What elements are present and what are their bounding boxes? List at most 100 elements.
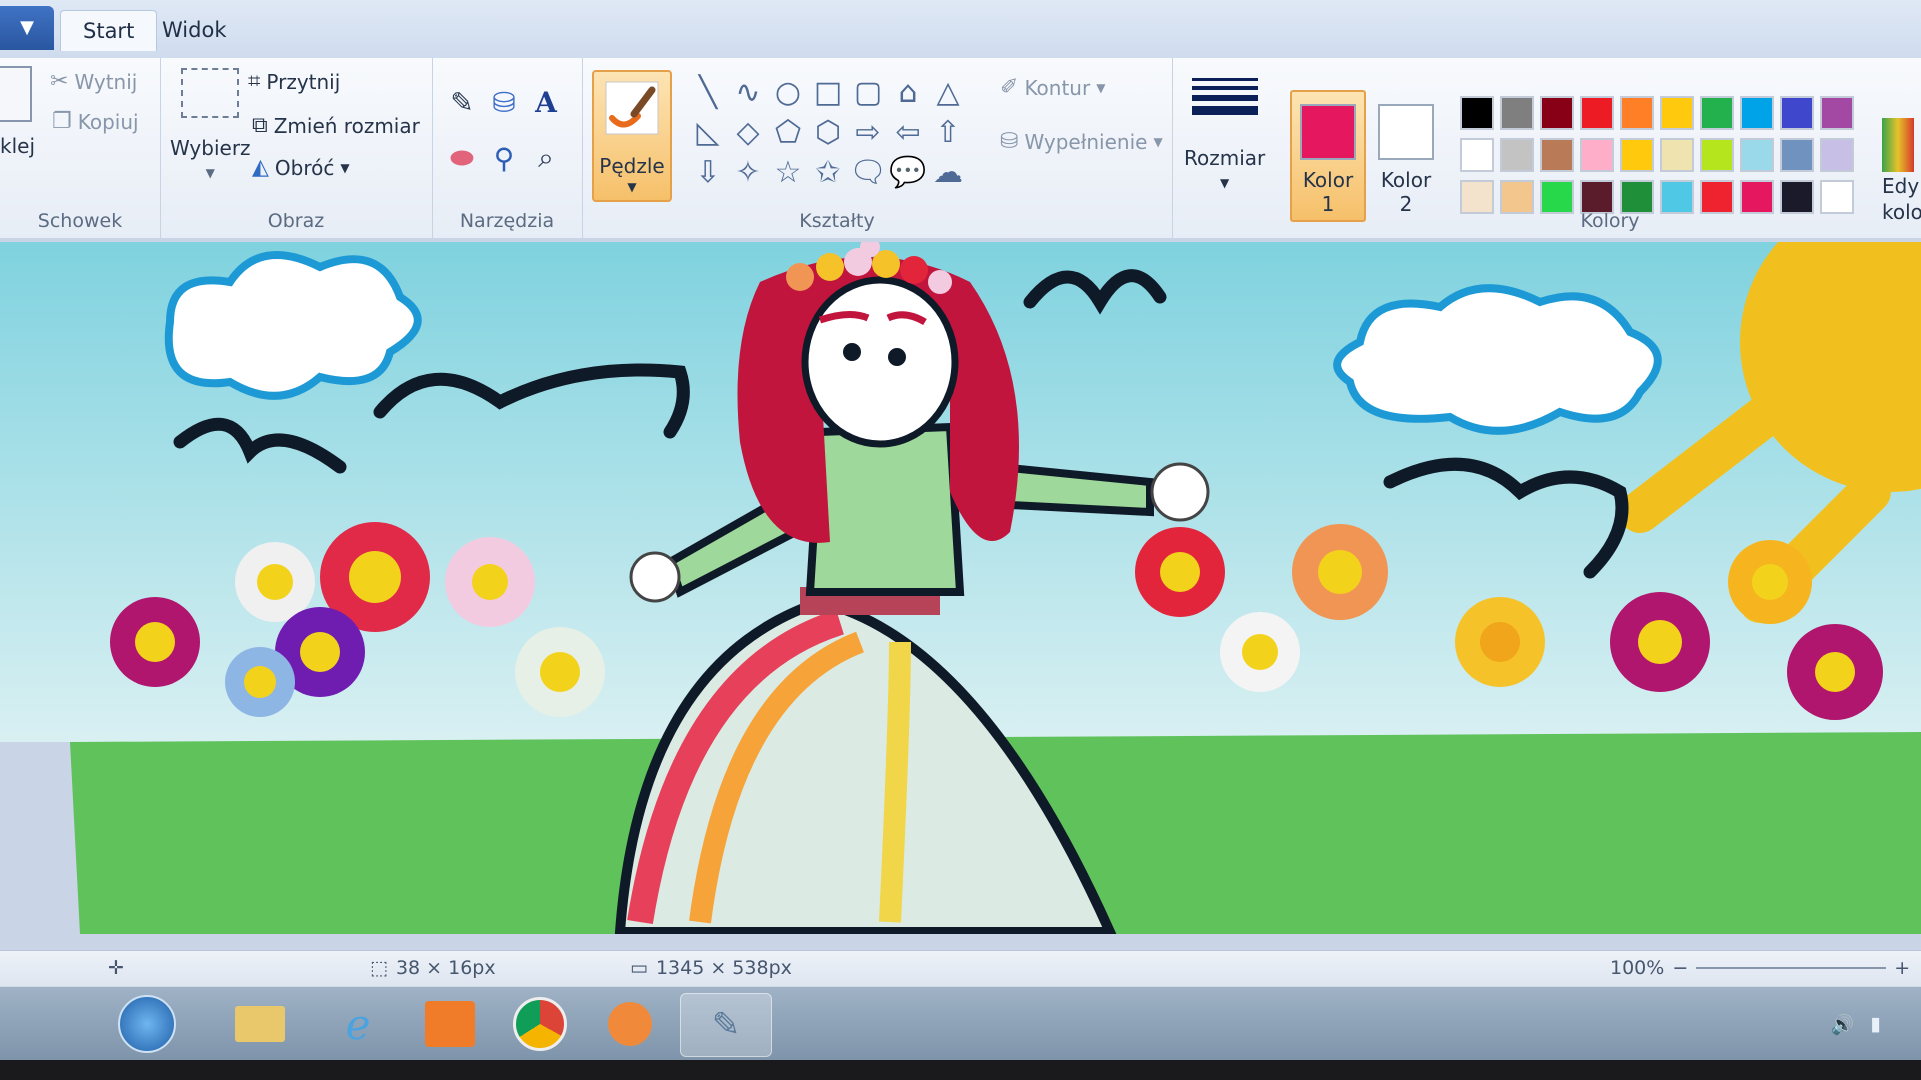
volume-icon[interactable]: 🔊 — [1831, 1013, 1855, 1036]
shape-item[interactable]: ☁ — [930, 154, 966, 190]
group-label-colors: Kolory — [1580, 210, 1640, 232]
palette-color-21[interactable] — [1500, 180, 1534, 214]
palette-color-14[interactable] — [1620, 138, 1654, 172]
eraser-icon[interactable]: ⬬ — [442, 138, 482, 178]
palette-color-7[interactable] — [1740, 96, 1774, 130]
outline-button[interactable]: ✐ Kontur ▼ — [1000, 76, 1105, 100]
group-clipboard: klej ✂ Wytnij ❐ Kopiuj Schowek — [0, 58, 161, 238]
shape-item[interactable]: ∿ — [730, 74, 766, 110]
shape-item[interactable]: ⇩ — [690, 154, 726, 190]
fill-dropdown-button[interactable]: ⛁ Wypełnienie ▼ — [1000, 130, 1163, 154]
shape-item[interactable]: △ — [930, 74, 966, 110]
palette-color-28[interactable] — [1780, 180, 1814, 214]
shape-item[interactable]: ⬠ — [770, 114, 806, 150]
ribbon: klej ✂ Wytnij ❐ Kopiuj Schowek Wybierz ▼… — [0, 58, 1921, 239]
color2-button[interactable]: Kolor 2 — [1370, 92, 1442, 220]
zoom-control[interactable]: 100% − + — [1610, 957, 1910, 979]
palette-color-19[interactable] — [1820, 138, 1854, 172]
palette-color-13[interactable] — [1580, 138, 1614, 172]
chevron-down-icon: ▼ — [1096, 81, 1106, 95]
palette-color-26[interactable] — [1700, 180, 1734, 214]
palette-color-1[interactable] — [1500, 96, 1534, 130]
ie-icon[interactable]: ℯ — [318, 993, 398, 1055]
taskbar: ℯ ✎ 🔊 ▮ — [0, 986, 1921, 1060]
palette-color-18[interactable] — [1780, 138, 1814, 172]
shape-item[interactable]: ○ — [770, 74, 806, 110]
shape-item[interactable]: ╲ — [690, 74, 726, 110]
media-player-icon[interactable] — [590, 993, 670, 1055]
magnifier-icon[interactable]: ⌕ — [526, 138, 566, 178]
shape-item[interactable]: ▢ — [850, 74, 886, 110]
palette-color-25[interactable] — [1660, 180, 1694, 214]
app-menu-button[interactable]: ▼ — [0, 6, 54, 50]
group-image: Wybierz ▼ ⌗ Przytnij ⧉ Zmień rozmiar ◭ O… — [160, 58, 433, 238]
zoom-in-icon[interactable]: + — [1894, 957, 1910, 979]
palette-color-2[interactable] — [1540, 96, 1574, 130]
zoom-slider[interactable] — [1696, 967, 1887, 969]
shape-item[interactable]: ⬡ — [810, 114, 846, 150]
palette-color-4[interactable] — [1620, 96, 1654, 130]
shape-item[interactable]: ✩ — [810, 154, 846, 190]
palette-color-8[interactable] — [1780, 96, 1814, 130]
explorer-icon[interactable] — [220, 993, 300, 1055]
dress-top — [805, 422, 965, 596]
chevron-down-icon: ▼ — [205, 166, 215, 180]
palette-color-9[interactable] — [1820, 96, 1854, 130]
crop-button[interactable]: ⌗ Przytnij — [248, 70, 340, 94]
shape-item[interactable]: 🗨 — [849, 154, 887, 190]
palette-color-6[interactable] — [1700, 96, 1734, 130]
palette-color-24[interactable] — [1620, 180, 1654, 214]
rotate-button[interactable]: ◭ Obróć ▼ — [252, 156, 350, 180]
brushes-button[interactable]: Pędzle ▼ — [592, 70, 672, 202]
shape-item[interactable]: □ — [810, 74, 846, 110]
brush-icon — [605, 81, 659, 135]
shape-item[interactable]: ◺ — [690, 114, 726, 150]
size-button[interactable]: Rozmiar ▼ — [1184, 78, 1265, 190]
drawing-canvas[interactable] — [0, 242, 1921, 934]
shape-item[interactable]: ✧ — [730, 154, 766, 190]
palette-color-20[interactable] — [1460, 180, 1494, 214]
palette-color-27[interactable] — [1740, 180, 1774, 214]
palette-color-16[interactable] — [1700, 138, 1734, 172]
palette-color-12[interactable] — [1540, 138, 1574, 172]
palette-color-11[interactable] — [1500, 138, 1534, 172]
pencil-icon[interactable]: ✎ — [442, 82, 482, 122]
shape-item[interactable]: ☆ — [770, 154, 806, 190]
network-icon[interactable]: ▮ — [1871, 1013, 1881, 1035]
palette-color-5[interactable] — [1660, 96, 1694, 130]
copy-button[interactable]: ❐ Kopiuj — [52, 110, 139, 134]
palette-color-3[interactable] — [1580, 96, 1614, 130]
resize-button[interactable]: ⧉ Zmień rozmiar — [252, 114, 420, 138]
paint-icon[interactable]: ✎ — [680, 993, 772, 1057]
palette-color-10[interactable] — [1460, 138, 1494, 172]
select-button[interactable]: Wybierz ▼ — [170, 68, 251, 180]
color1-button[interactable]: Kolor 1 — [1290, 90, 1366, 222]
shape-item[interactable]: ◇ — [730, 114, 766, 150]
palette-color-0[interactable] — [1460, 96, 1494, 130]
store-icon[interactable] — [410, 993, 490, 1055]
shape-item[interactable]: ⇦ — [890, 114, 926, 150]
canvas-size: ▭ 1345 × 538px — [630, 957, 792, 979]
paste-button[interactable]: klej — [0, 66, 35, 158]
palette-color-29[interactable] — [1820, 180, 1854, 214]
shape-item[interactable]: ⌂ — [890, 74, 926, 110]
palette-color-22[interactable] — [1540, 180, 1574, 214]
cut-button[interactable]: ✂ Wytnij — [50, 70, 137, 94]
edit-colors-button[interactable]: Edy kolo — [1882, 118, 1921, 224]
paste-icon — [0, 66, 32, 122]
color-picker-icon[interactable]: ⚲ — [484, 138, 524, 178]
chrome-icon[interactable] — [500, 993, 580, 1055]
text-icon[interactable]: A — [526, 82, 566, 122]
shape-item[interactable]: 💬 — [889, 154, 926, 190]
chevron-down-icon: ▼ — [20, 17, 34, 38]
start-orb-icon[interactable] — [110, 993, 184, 1055]
zoom-out-icon[interactable]: − — [1672, 957, 1688, 979]
tab-widok[interactable]: Widok — [140, 10, 248, 50]
palette-color-23[interactable] — [1580, 180, 1614, 214]
fill-icon[interactable]: ⛁ — [484, 82, 524, 122]
palette-color-17[interactable] — [1740, 138, 1774, 172]
shape-item[interactable]: ⇧ — [930, 114, 966, 150]
group-label-image: Obraz — [267, 210, 325, 232]
shape-item[interactable]: ⇨ — [850, 114, 886, 150]
palette-color-15[interactable] — [1660, 138, 1694, 172]
